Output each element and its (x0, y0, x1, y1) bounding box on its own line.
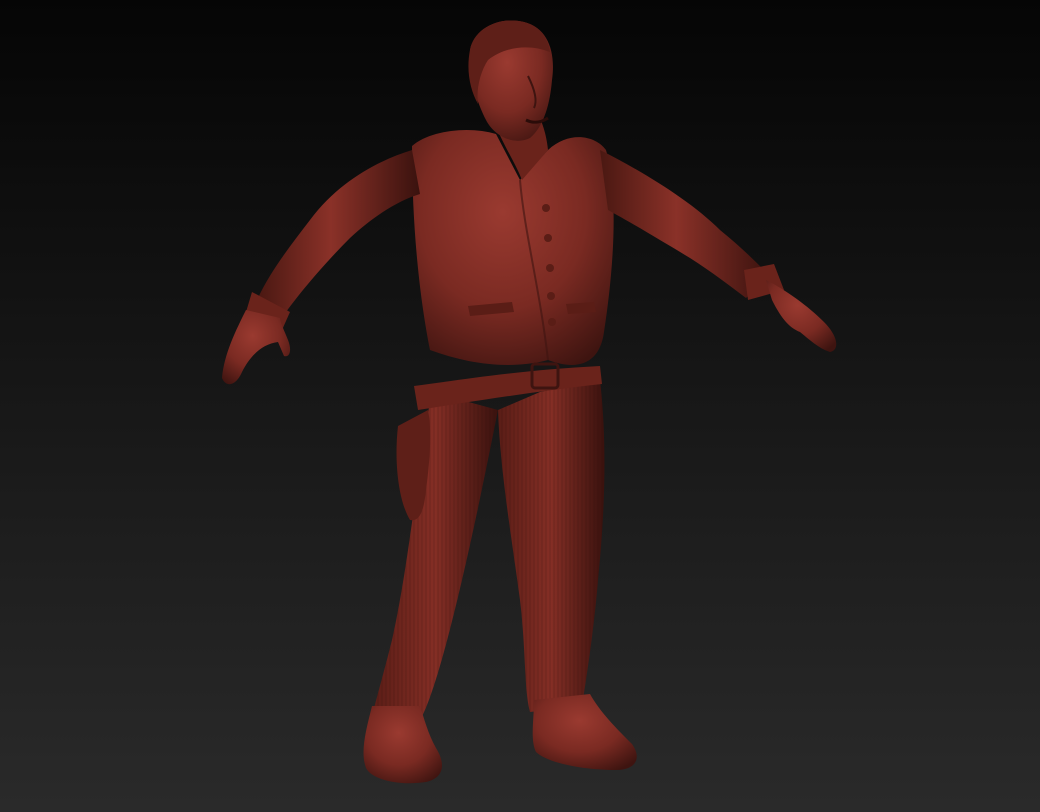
3d-viewport[interactable] (0, 0, 1040, 812)
vest-pocket-right (566, 302, 596, 314)
sculpt-canvas[interactable] (0, 0, 1040, 812)
